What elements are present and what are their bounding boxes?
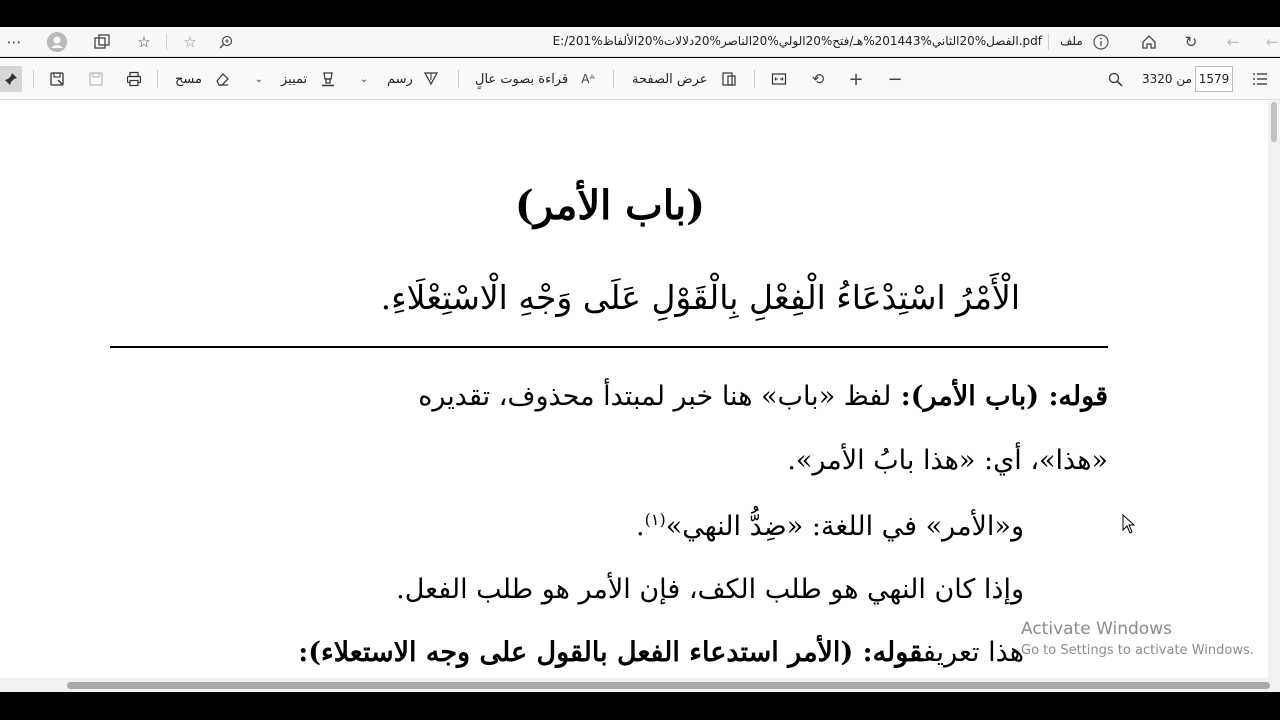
- horizontal-scroll-thumb[interactable]: [67, 682, 1270, 689]
- erase-button[interactable]: مسح: [175, 72, 202, 87]
- page-view-button[interactable]: عرض الصفحة: [632, 72, 708, 87]
- separator: [33, 70, 34, 88]
- draw-icon[interactable]: [421, 70, 441, 88]
- read-aloud-icon[interactable]: Aᴬ: [578, 70, 598, 88]
- collections-icon[interactable]: [92, 32, 112, 52]
- separator: [157, 70, 158, 88]
- page-total: من 3320: [1142, 72, 1192, 86]
- page-view-icon[interactable]: [719, 70, 739, 88]
- screen-bottom-bar: [0, 692, 1280, 720]
- paragraph-line: قوله: (باب الأمر): لفظ «باب» هنا خبر لمب…: [418, 381, 1108, 412]
- paragraph-line: «هذا»، أي: «هذا بابُ الأمر».: [787, 445, 1108, 476]
- favorites-icon[interactable]: ☆: [134, 32, 154, 52]
- erase-icon[interactable]: [212, 70, 232, 88]
- back-icon[interactable]: ←: [1264, 32, 1280, 52]
- address-bar: ⋯ ☆ ☆ E:/201%الفصل%20الثاني%201443%هـ/فت…: [0, 27, 1280, 57]
- separator: [1048, 34, 1049, 50]
- paragraph-line: وإذا كان النهي هو طلب الكف، فإن الأمر هو…: [396, 574, 1024, 605]
- vertical-scrollbar[interactable]: [1268, 100, 1280, 678]
- forward-icon[interactable]: ←: [1222, 32, 1244, 52]
- paragraph-line: و«الأمر» في اللغة: «ضِدُّ النهي»(١).: [636, 510, 1024, 542]
- mouse-cursor-icon: [1122, 514, 1136, 534]
- add-favorite-icon[interactable]: ☆: [180, 32, 200, 52]
- save-icon[interactable]: [86, 70, 106, 88]
- line-text: و«الأمر» في اللغة: «ضِدُّ النهي»: [665, 511, 1024, 542]
- pdf-page: (باب الأمر) الْأَمْرُ اسْتِدْعَاءُ الْفِ…: [0, 100, 1268, 678]
- chevron-down-icon[interactable]: ⌄: [357, 70, 371, 88]
- line-end: .: [636, 511, 645, 542]
- line-text: «هذا»، أي: «هذا بابُ الأمر».: [787, 445, 1108, 476]
- bold-lead: قوله: (الأمر استدعاء الفعل بالقول على وج…: [298, 637, 923, 668]
- screen-top-bar: [0, 0, 1280, 27]
- profile-icon[interactable]: [46, 31, 68, 53]
- line-text: هذا تعريف: [922, 637, 1024, 668]
- activation-watermark-title: Activate Windows: [1021, 619, 1172, 639]
- file-label: ملف: [1060, 34, 1083, 48]
- line-text: وإذا كان النهي هو طلب الكف، فإن الأمر هو…: [396, 574, 1024, 605]
- save-as-icon[interactable]: [47, 70, 67, 88]
- refresh-icon[interactable]: ↻: [1180, 32, 1202, 52]
- horizontal-scrollbar[interactable]: [0, 678, 1280, 692]
- read-aloud-button[interactable]: قراءة بصوت عالٍ: [475, 72, 568, 87]
- separator: [458, 70, 459, 88]
- vertical-scroll-thumb[interactable]: [1271, 102, 1277, 142]
- pin-icon[interactable]: [0, 66, 22, 92]
- pdf-toolbar: مسح ⌄ تمييز ⌄ رسم قراءة بصوت عالٍ Aᴬ عرض…: [0, 58, 1280, 100]
- separator: [166, 34, 167, 50]
- zoom-icon[interactable]: [216, 32, 236, 52]
- chevron-down-icon[interactable]: ⌄: [252, 70, 266, 88]
- divider: [110, 346, 1108, 348]
- info-icon[interactable]: [1091, 32, 1111, 52]
- bold-lead: قوله: (باب الأمر):: [891, 381, 1108, 412]
- footnote-marker[interactable]: (١): [645, 510, 666, 529]
- highlight-icon[interactable]: [318, 70, 338, 88]
- separator: [613, 70, 614, 88]
- fit-page-icon[interactable]: [769, 70, 789, 88]
- zoom-out-icon[interactable]: −: [885, 69, 905, 90]
- line-text: لفظ «باب» هنا خبر لمبتدأ محذوف، تقديره: [418, 381, 892, 412]
- page-number-input[interactable]: 1579: [1195, 66, 1233, 92]
- draw-button[interactable]: رسم: [387, 72, 413, 87]
- zoom-in-icon[interactable]: +: [846, 69, 866, 90]
- address-url[interactable]: E:/201%الفصل%20الثاني%201443%هـ/فتح%20ال…: [553, 34, 1042, 48]
- contents-icon[interactable]: [1250, 70, 1270, 88]
- home-icon[interactable]: [1138, 32, 1160, 52]
- more-icon[interactable]: ⋯: [4, 33, 24, 51]
- search-icon[interactable]: [1105, 70, 1125, 88]
- page-title: (باب الأمر): [514, 182, 706, 229]
- definition-text: الْأَمْرُ اسْتِدْعَاءُ الْفِعْلِ بِالْقَ…: [380, 278, 1020, 317]
- highlight-button[interactable]: تمييز: [281, 72, 307, 87]
- activation-watermark-subtitle: Go to Settings to activate Windows.: [1021, 643, 1254, 658]
- separator: [754, 70, 755, 88]
- rotate-icon[interactable]: ⟲: [808, 70, 828, 88]
- print-icon[interactable]: [124, 70, 144, 88]
- paragraph-line: هذا تعريفقوله: (الأمر استدعاء الفعل بالق…: [298, 637, 1024, 668]
